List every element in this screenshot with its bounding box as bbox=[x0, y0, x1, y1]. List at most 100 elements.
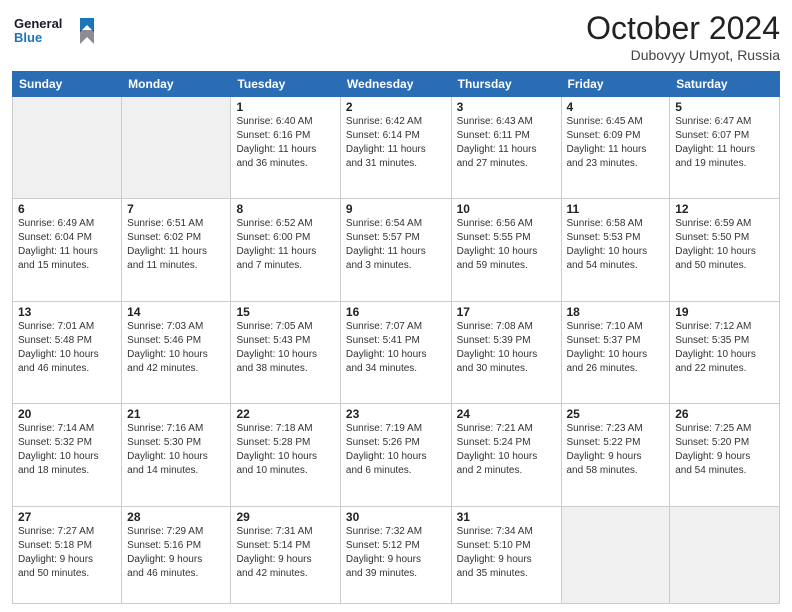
cell-info: Sunrise: 7:07 AM Sunset: 5:41 PM Dayligh… bbox=[346, 320, 446, 376]
calendar-cell: 5Sunrise: 6:47 AM Sunset: 6:07 PM Daylig… bbox=[670, 97, 780, 199]
cell-info: Sunrise: 7:27 AM Sunset: 5:18 PM Dayligh… bbox=[18, 525, 116, 581]
location-title: Dubovyy Umyot, Russia bbox=[586, 47, 780, 63]
calendar-cell: 17Sunrise: 7:08 AM Sunset: 5:39 PM Dayli… bbox=[451, 301, 561, 403]
calendar-cell: 3Sunrise: 6:43 AM Sunset: 6:11 PM Daylig… bbox=[451, 97, 561, 199]
cell-info: Sunrise: 7:31 AM Sunset: 5:14 PM Dayligh… bbox=[236, 525, 334, 581]
cell-info: Sunrise: 7:03 AM Sunset: 5:46 PM Dayligh… bbox=[127, 320, 225, 376]
calendar-cell bbox=[561, 506, 670, 603]
calendar-cell: 14Sunrise: 7:03 AM Sunset: 5:46 PM Dayli… bbox=[122, 301, 231, 403]
cell-info: Sunrise: 6:43 AM Sunset: 6:11 PM Dayligh… bbox=[457, 115, 556, 171]
page: General Blue October 2024 Dubovyy Umyot,… bbox=[0, 0, 792, 612]
calendar-cell: 25Sunrise: 7:23 AM Sunset: 5:22 PM Dayli… bbox=[561, 404, 670, 506]
title-area: October 2024 Dubovyy Umyot, Russia bbox=[586, 10, 780, 63]
calendar-cell: 28Sunrise: 7:29 AM Sunset: 5:16 PM Dayli… bbox=[122, 506, 231, 603]
calendar-cell: 19Sunrise: 7:12 AM Sunset: 5:35 PM Dayli… bbox=[670, 301, 780, 403]
day-number: 19 bbox=[675, 305, 774, 319]
week-row-3: 13Sunrise: 7:01 AM Sunset: 5:48 PM Dayli… bbox=[13, 301, 780, 403]
cell-info: Sunrise: 7:19 AM Sunset: 5:26 PM Dayligh… bbox=[346, 422, 446, 478]
svg-text:Blue: Blue bbox=[14, 30, 42, 45]
calendar-cell: 6Sunrise: 6:49 AM Sunset: 6:04 PM Daylig… bbox=[13, 199, 122, 301]
day-number: 26 bbox=[675, 407, 774, 421]
day-number: 20 bbox=[18, 407, 116, 421]
cell-info: Sunrise: 6:40 AM Sunset: 6:16 PM Dayligh… bbox=[236, 115, 334, 171]
cell-info: Sunrise: 6:54 AM Sunset: 5:57 PM Dayligh… bbox=[346, 217, 446, 273]
calendar-cell: 13Sunrise: 7:01 AM Sunset: 5:48 PM Dayli… bbox=[13, 301, 122, 403]
day-number: 14 bbox=[127, 305, 225, 319]
cell-info: Sunrise: 7:01 AM Sunset: 5:48 PM Dayligh… bbox=[18, 320, 116, 376]
calendar-cell: 11Sunrise: 6:58 AM Sunset: 5:53 PM Dayli… bbox=[561, 199, 670, 301]
cell-info: Sunrise: 7:12 AM Sunset: 5:35 PM Dayligh… bbox=[675, 320, 774, 376]
day-number: 17 bbox=[457, 305, 556, 319]
day-number: 16 bbox=[346, 305, 446, 319]
cell-info: Sunrise: 6:58 AM Sunset: 5:53 PM Dayligh… bbox=[567, 217, 665, 273]
calendar-cell: 20Sunrise: 7:14 AM Sunset: 5:32 PM Dayli… bbox=[13, 404, 122, 506]
calendar-cell: 23Sunrise: 7:19 AM Sunset: 5:26 PM Dayli… bbox=[340, 404, 451, 506]
week-row-1: 1Sunrise: 6:40 AM Sunset: 6:16 PM Daylig… bbox=[13, 97, 780, 199]
calendar-cell bbox=[13, 97, 122, 199]
cell-info: Sunrise: 7:23 AM Sunset: 5:22 PM Dayligh… bbox=[567, 422, 665, 478]
month-title: October 2024 bbox=[586, 10, 780, 47]
calendar-cell: 21Sunrise: 7:16 AM Sunset: 5:30 PM Dayli… bbox=[122, 404, 231, 506]
day-number: 8 bbox=[236, 202, 334, 216]
day-number: 18 bbox=[567, 305, 665, 319]
calendar-cell: 27Sunrise: 7:27 AM Sunset: 5:18 PM Dayli… bbox=[13, 506, 122, 603]
calendar-cell: 31Sunrise: 7:34 AM Sunset: 5:10 PM Dayli… bbox=[451, 506, 561, 603]
col-wednesday: Wednesday bbox=[340, 72, 451, 97]
week-row-4: 20Sunrise: 7:14 AM Sunset: 5:32 PM Dayli… bbox=[13, 404, 780, 506]
calendar-cell: 22Sunrise: 7:18 AM Sunset: 5:28 PM Dayli… bbox=[231, 404, 340, 506]
calendar-cell bbox=[670, 506, 780, 603]
cell-info: Sunrise: 7:05 AM Sunset: 5:43 PM Dayligh… bbox=[236, 320, 334, 376]
cell-info: Sunrise: 7:34 AM Sunset: 5:10 PM Dayligh… bbox=[457, 525, 556, 581]
cell-info: Sunrise: 7:18 AM Sunset: 5:28 PM Dayligh… bbox=[236, 422, 334, 478]
calendar-table: Sunday Monday Tuesday Wednesday Thursday… bbox=[12, 71, 780, 604]
cell-info: Sunrise: 6:45 AM Sunset: 6:09 PM Dayligh… bbox=[567, 115, 665, 171]
cell-info: Sunrise: 6:52 AM Sunset: 6:00 PM Dayligh… bbox=[236, 217, 334, 273]
cell-info: Sunrise: 6:47 AM Sunset: 6:07 PM Dayligh… bbox=[675, 115, 774, 171]
cell-info: Sunrise: 6:42 AM Sunset: 6:14 PM Dayligh… bbox=[346, 115, 446, 171]
cell-info: Sunrise: 7:10 AM Sunset: 5:37 PM Dayligh… bbox=[567, 320, 665, 376]
logo: General Blue bbox=[12, 10, 102, 57]
col-saturday: Saturday bbox=[670, 72, 780, 97]
day-number: 10 bbox=[457, 202, 556, 216]
calendar-cell bbox=[122, 97, 231, 199]
calendar-cell: 2Sunrise: 6:42 AM Sunset: 6:14 PM Daylig… bbox=[340, 97, 451, 199]
day-number: 27 bbox=[18, 510, 116, 524]
calendar-cell: 4Sunrise: 6:45 AM Sunset: 6:09 PM Daylig… bbox=[561, 97, 670, 199]
col-thursday: Thursday bbox=[451, 72, 561, 97]
day-number: 15 bbox=[236, 305, 334, 319]
day-number: 2 bbox=[346, 100, 446, 114]
day-number: 11 bbox=[567, 202, 665, 216]
cell-info: Sunrise: 7:08 AM Sunset: 5:39 PM Dayligh… bbox=[457, 320, 556, 376]
cell-info: Sunrise: 7:32 AM Sunset: 5:12 PM Dayligh… bbox=[346, 525, 446, 581]
cell-info: Sunrise: 7:25 AM Sunset: 5:20 PM Dayligh… bbox=[675, 422, 774, 478]
cell-info: Sunrise: 7:14 AM Sunset: 5:32 PM Dayligh… bbox=[18, 422, 116, 478]
header: General Blue October 2024 Dubovyy Umyot,… bbox=[12, 10, 780, 63]
calendar-cell: 8Sunrise: 6:52 AM Sunset: 6:00 PM Daylig… bbox=[231, 199, 340, 301]
calendar-cell: 24Sunrise: 7:21 AM Sunset: 5:24 PM Dayli… bbox=[451, 404, 561, 506]
calendar-cell: 12Sunrise: 6:59 AM Sunset: 5:50 PM Dayli… bbox=[670, 199, 780, 301]
week-row-2: 6Sunrise: 6:49 AM Sunset: 6:04 PM Daylig… bbox=[13, 199, 780, 301]
day-number: 6 bbox=[18, 202, 116, 216]
calendar-cell: 1Sunrise: 6:40 AM Sunset: 6:16 PM Daylig… bbox=[231, 97, 340, 199]
cell-info: Sunrise: 7:16 AM Sunset: 5:30 PM Dayligh… bbox=[127, 422, 225, 478]
day-number: 23 bbox=[346, 407, 446, 421]
svg-text:General: General bbox=[14, 16, 62, 31]
day-number: 13 bbox=[18, 305, 116, 319]
col-sunday: Sunday bbox=[13, 72, 122, 97]
calendar-cell: 16Sunrise: 7:07 AM Sunset: 5:41 PM Dayli… bbox=[340, 301, 451, 403]
cell-info: Sunrise: 6:51 AM Sunset: 6:02 PM Dayligh… bbox=[127, 217, 225, 273]
day-number: 28 bbox=[127, 510, 225, 524]
cell-info: Sunrise: 6:49 AM Sunset: 6:04 PM Dayligh… bbox=[18, 217, 116, 273]
day-number: 30 bbox=[346, 510, 446, 524]
day-number: 24 bbox=[457, 407, 556, 421]
day-number: 22 bbox=[236, 407, 334, 421]
calendar-header-row: Sunday Monday Tuesday Wednesday Thursday… bbox=[13, 72, 780, 97]
col-tuesday: Tuesday bbox=[231, 72, 340, 97]
calendar-cell: 9Sunrise: 6:54 AM Sunset: 5:57 PM Daylig… bbox=[340, 199, 451, 301]
day-number: 1 bbox=[236, 100, 334, 114]
cell-info: Sunrise: 6:56 AM Sunset: 5:55 PM Dayligh… bbox=[457, 217, 556, 273]
col-friday: Friday bbox=[561, 72, 670, 97]
logo-area: General Blue bbox=[12, 10, 102, 57]
day-number: 25 bbox=[567, 407, 665, 421]
cell-info: Sunrise: 6:59 AM Sunset: 5:50 PM Dayligh… bbox=[675, 217, 774, 273]
